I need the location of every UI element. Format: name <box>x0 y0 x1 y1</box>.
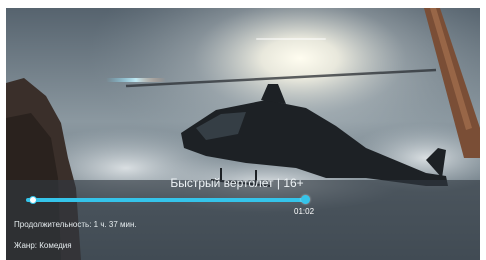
progress-track[interactable] <box>26 198 306 202</box>
duration-text: Продолжительность: 1 ч. 37 мин. <box>14 220 137 229</box>
progress-handle[interactable] <box>301 195 310 204</box>
progress-start-marker <box>29 196 37 204</box>
video-title: Быстрый вертолет | 16+ <box>170 176 304 190</box>
genre-text: Жанр: Комедия <box>14 241 72 250</box>
current-time: 01:02 <box>294 207 315 216</box>
